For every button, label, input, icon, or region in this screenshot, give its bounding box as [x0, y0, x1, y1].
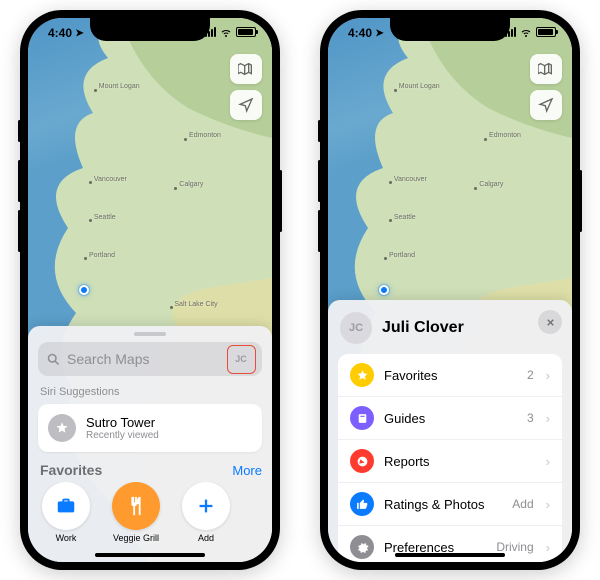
map-controls: [230, 54, 262, 120]
map-layers-icon: [538, 61, 554, 77]
status-time: 4:40: [348, 26, 372, 40]
user-location-dot: [79, 285, 89, 295]
siri-section-label: Siri Suggestions: [40, 386, 260, 398]
menu-value: Add: [512, 497, 533, 511]
chevron-right-icon: ›: [546, 454, 550, 469]
menu-value: Driving: [496, 540, 533, 554]
chevron-right-icon: ›: [546, 411, 550, 426]
profile-avatar: JC: [340, 312, 372, 344]
siri-suggestion-card[interactable]: Sutro Tower Recently viewed: [38, 404, 262, 452]
favorites-row: Work Veggie Grill Add: [38, 482, 262, 543]
home-indicator[interactable]: [95, 553, 205, 557]
suggestion-title: Sutro Tower: [86, 415, 159, 430]
menu-value: 3: [527, 411, 534, 425]
search-field[interactable]: Search Maps JC: [38, 342, 262, 376]
city-label: Vancouver: [394, 176, 427, 183]
suggestion-subtitle: Recently viewed: [86, 430, 159, 441]
guides-icon: [350, 406, 374, 430]
menu-favorites[interactable]: Favorites 2 ›: [338, 354, 562, 397]
profile-menu: Favorites 2 › Guides 3 › Reports ›: [338, 354, 562, 562]
profile-sheet[interactable]: JC Juli Clover Favorites 2 › Guides 3 ›: [328, 300, 572, 562]
map-mode-button[interactable]: [530, 54, 562, 84]
locate-button[interactable]: [530, 90, 562, 120]
favorite-work[interactable]: Work: [38, 482, 94, 543]
city-dot: [94, 89, 97, 92]
chevron-right-icon: ›: [546, 497, 550, 512]
locate-arrow-icon: [238, 97, 254, 113]
phone-right: 4:40 ➤ Mount Logan Edmonton Calgary Vancouv…: [320, 10, 580, 570]
favorite-label: Veggie Grill: [113, 533, 159, 543]
city-label: Seattle: [394, 214, 416, 221]
screen-left: 4:40 ➤ Mount Logan Edmonton Calgary Vancouv…: [28, 18, 272, 562]
search-placeholder: Search Maps: [67, 351, 222, 367]
city-dot: [170, 306, 173, 309]
profile-header: JC Juli Clover: [338, 310, 562, 354]
location-icon: ➤: [375, 28, 383, 39]
favorites-section-label: Favorites: [40, 462, 102, 478]
briefcase-icon: [55, 495, 77, 517]
battery-icon: [236, 27, 256, 37]
menu-guides[interactable]: Guides 3 ›: [338, 397, 562, 440]
city-dot: [394, 89, 397, 92]
menu-value: 2: [527, 368, 534, 382]
favorite-add[interactable]: Add: [178, 482, 234, 543]
status-time: 4:40: [48, 26, 72, 40]
map-controls: [530, 54, 562, 120]
search-icon: [46, 352, 61, 367]
reports-icon: [350, 449, 374, 473]
map-mode-button[interactable]: [230, 54, 262, 84]
notch: [390, 18, 510, 41]
search-sheet[interactable]: Search Maps JC Siri Suggestions Sutro To…: [28, 326, 272, 562]
close-button[interactable]: [538, 310, 562, 334]
chevron-right-icon: ›: [546, 540, 550, 555]
star-icon: [48, 414, 76, 442]
menu-ratings[interactable]: Ratings & Photos Add ›: [338, 483, 562, 526]
menu-label: Guides: [384, 411, 517, 426]
favorites-more-link[interactable]: More: [232, 463, 262, 478]
favorite-label: Work: [56, 533, 77, 543]
user-location-dot: [379, 285, 389, 295]
profile-avatar-button[interactable]: JC: [229, 347, 253, 371]
close-icon: [545, 317, 556, 328]
favorite-veggie-grill[interactable]: Veggie Grill: [108, 482, 164, 543]
wifi-icon: [520, 26, 532, 38]
highlight-ring: JC: [227, 345, 256, 374]
notch: [90, 18, 210, 41]
map-layers-icon: [238, 61, 254, 77]
city-dot: [484, 138, 487, 141]
locate-button[interactable]: [230, 90, 262, 120]
menu-label: Ratings & Photos: [384, 497, 502, 512]
wifi-icon: [220, 26, 232, 38]
city-label: Calgary: [179, 181, 203, 188]
battery-icon: [536, 27, 556, 37]
city-label: Mount Logan: [399, 83, 440, 90]
city-label: Seattle: [94, 214, 116, 221]
city-label: Portland: [89, 252, 115, 259]
city-label: Salt Lake City: [174, 301, 217, 308]
city-label: Calgary: [479, 181, 503, 188]
menu-label: Favorites: [384, 368, 517, 383]
sheet-grabber[interactable]: [134, 332, 166, 336]
city-dot: [184, 138, 187, 141]
locate-arrow-icon: [538, 97, 554, 113]
home-indicator[interactable]: [395, 553, 505, 557]
profile-name: Juli Clover: [382, 319, 464, 337]
gear-icon: [350, 535, 374, 559]
location-icon: ➤: [75, 28, 83, 39]
thumb-icon: [350, 492, 374, 516]
fork-knife-icon: [125, 495, 147, 517]
city-label: Portland: [389, 252, 415, 259]
chevron-right-icon: ›: [546, 368, 550, 383]
screen-right: 4:40 ➤ Mount Logan Edmonton Calgary Vancouv…: [328, 18, 572, 562]
city-label: Vancouver: [94, 176, 127, 183]
favorite-label: Add: [198, 533, 214, 543]
city-label: Edmonton: [489, 132, 521, 139]
plus-icon: [195, 495, 217, 517]
menu-reports[interactable]: Reports ›: [338, 440, 562, 483]
city-label: Mount Logan: [99, 83, 140, 90]
menu-label: Reports: [384, 454, 524, 469]
city-label: Edmonton: [189, 132, 221, 139]
star-icon: [350, 363, 374, 387]
phone-left: 4:40 ➤ Mount Logan Edmonton Calgary Vancouv…: [20, 10, 280, 570]
